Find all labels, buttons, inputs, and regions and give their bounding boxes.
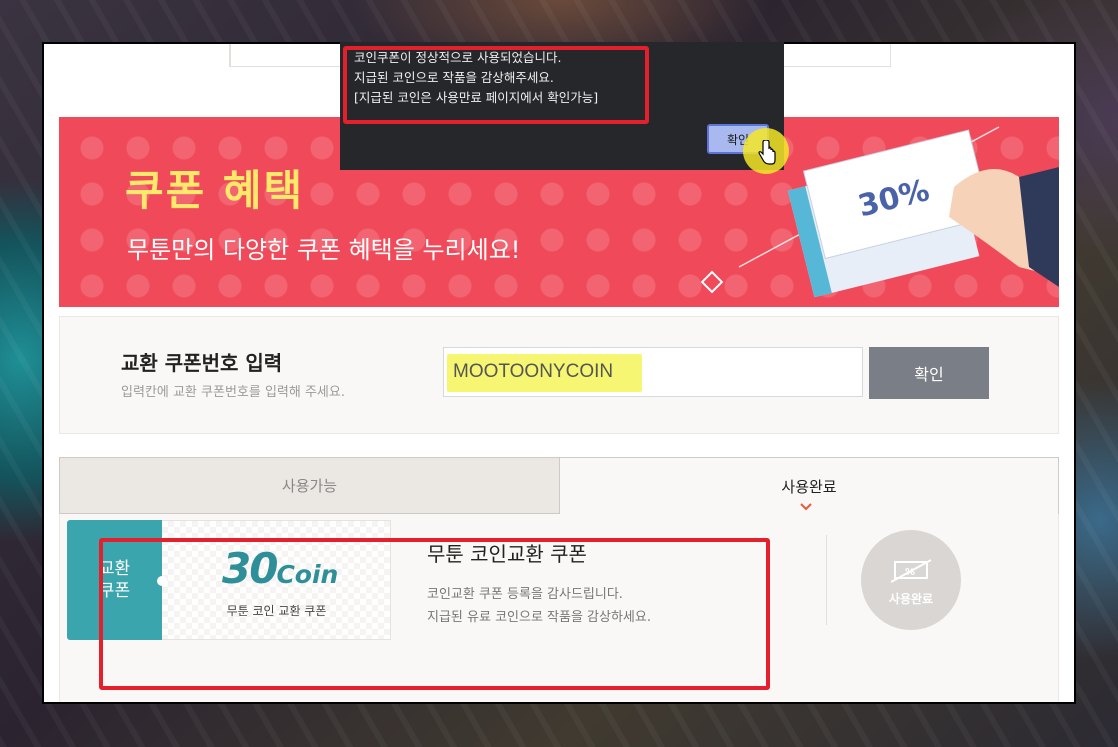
- annotation-highlight-coupon: [99, 538, 770, 690]
- used-status-badge: % 사용완료: [861, 530, 961, 630]
- coupon-divider: [826, 535, 827, 625]
- pointer-cursor-icon: [758, 140, 776, 165]
- nav-divider: [230, 44, 231, 66]
- coupon-entry-hint: 입력칸에 교환 쿠폰번호를 입력해 주세요.: [121, 385, 345, 400]
- input-text-highlight: [447, 354, 642, 392]
- coupon-entry-section: 교환 쿠폰번호 입력 입력칸에 교환 쿠폰번호를 입력해 주세요. MOOTOO…: [59, 316, 1059, 434]
- banner-subtitle: 무툰만의 다양한 쿠폰 혜택을 누리세요!: [127, 236, 521, 264]
- coupon-tabs: 사용가능 사용완료: [59, 457, 1059, 515]
- coupon-confirm-button[interactable]: 확인: [869, 347, 989, 399]
- coupon-entry-title: 교환 쿠폰번호 입력: [121, 351, 283, 375]
- annotation-highlight-message: [343, 46, 649, 124]
- used-status-label: 사용완료: [888, 592, 934, 606]
- banner-title: 쿠폰 혜택: [125, 166, 305, 215]
- chevron-down-icon: [800, 503, 812, 511]
- tab-available[interactable]: 사용가능: [59, 457, 559, 514]
- coupon-slash-icon: %: [890, 559, 932, 583]
